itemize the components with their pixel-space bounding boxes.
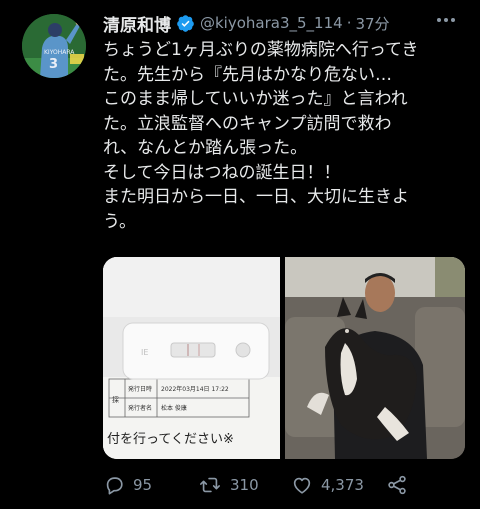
test-kit-image: 採 発行日時 2022年03月14日 17:22 発行者名 松本 俊康 付を行っ… bbox=[103, 257, 280, 459]
dog-photo-image bbox=[285, 257, 465, 459]
tweet: KIYOHARA 3 清原和博 @kiyohara3_5_114 · 37分 ち… bbox=[0, 0, 480, 509]
media-photo-dog[interactable] bbox=[285, 257, 465, 459]
tweet-header: 清原和博 @kiyohara3_5_114 · 37分 bbox=[103, 10, 473, 36]
reply-count: 95 bbox=[133, 476, 153, 494]
verified-badge-icon bbox=[177, 14, 194, 32]
tweet-text-line: た。先生から『先月はかなり危ない… bbox=[103, 64, 392, 85]
reply-button[interactable]: 95 bbox=[103, 474, 152, 496]
author-handle[interactable]: @kiyohara3_5_114 bbox=[200, 14, 343, 32]
form-note: 付を行ってください※ bbox=[107, 432, 234, 447]
tweet-text-line: また明日から一日、一日、大切に生きよ bbox=[103, 187, 409, 207]
share-icon bbox=[388, 475, 406, 495]
form-label-issuer: 発行者名 bbox=[128, 404, 152, 412]
tweet-media: 採 発行日時 2022年03月14日 17:22 発行者名 松本 俊康 付を行っ… bbox=[103, 257, 465, 459]
tweet-text-line: ちょうど1ヶ月ぶりの薬物病院へ行ってき bbox=[103, 40, 419, 60]
more-options-icon[interactable] bbox=[434, 10, 458, 30]
form-value-date: 2022年03月14日 17:22 bbox=[161, 385, 229, 393]
tweet-text: ちょうど1ヶ月ぶりの薬物病院へ行ってき た。先生から『先月はかなり危ない… この… bbox=[103, 38, 473, 234]
like-count: 4,373 bbox=[321, 476, 364, 494]
author-name[interactable]: 清原和博 bbox=[103, 11, 171, 36]
like-button[interactable]: 4,373 bbox=[291, 474, 364, 496]
tweet-text-line: れ、なんとか踏ん張った。 bbox=[103, 138, 308, 158]
header-separator: · bbox=[346, 14, 352, 32]
avatar[interactable]: KIYOHARA 3 bbox=[22, 14, 86, 78]
form-label-date: 発行日時 bbox=[128, 385, 152, 393]
heart-icon bbox=[293, 477, 311, 494]
tweet-text-line: た。立浪監督へのキャンプ訪問で救わ bbox=[103, 113, 392, 134]
test-brand-text: IE bbox=[141, 348, 148, 357]
form-side-label: 採 bbox=[112, 395, 119, 404]
avatar-jersey-number: 3 bbox=[49, 57, 58, 72]
retweet-count: 310 bbox=[230, 476, 259, 494]
retweet-icon bbox=[200, 477, 220, 493]
tweet-text-line: そして今日はつねの誕生日！！ bbox=[103, 162, 341, 183]
tweet-actions: 95 310 4,373 bbox=[103, 474, 473, 500]
retweet-button[interactable]: 310 bbox=[198, 474, 259, 496]
avatar-image: KIYOHARA 3 bbox=[22, 14, 86, 78]
share-button[interactable] bbox=[386, 474, 408, 496]
form-value-issuer: 松本 俊康 bbox=[161, 404, 187, 412]
reply-icon bbox=[106, 477, 123, 495]
media-photo-test-kit[interactable]: 採 発行日時 2022年03月14日 17:22 発行者名 松本 俊康 付を行っ… bbox=[103, 257, 280, 459]
tweet-text-line: う。 bbox=[103, 211, 136, 232]
tweet-timestamp[interactable]: 37分 bbox=[355, 13, 389, 34]
tweet-text-line: このまま帰していいか迷った』と言われ bbox=[103, 89, 408, 109]
